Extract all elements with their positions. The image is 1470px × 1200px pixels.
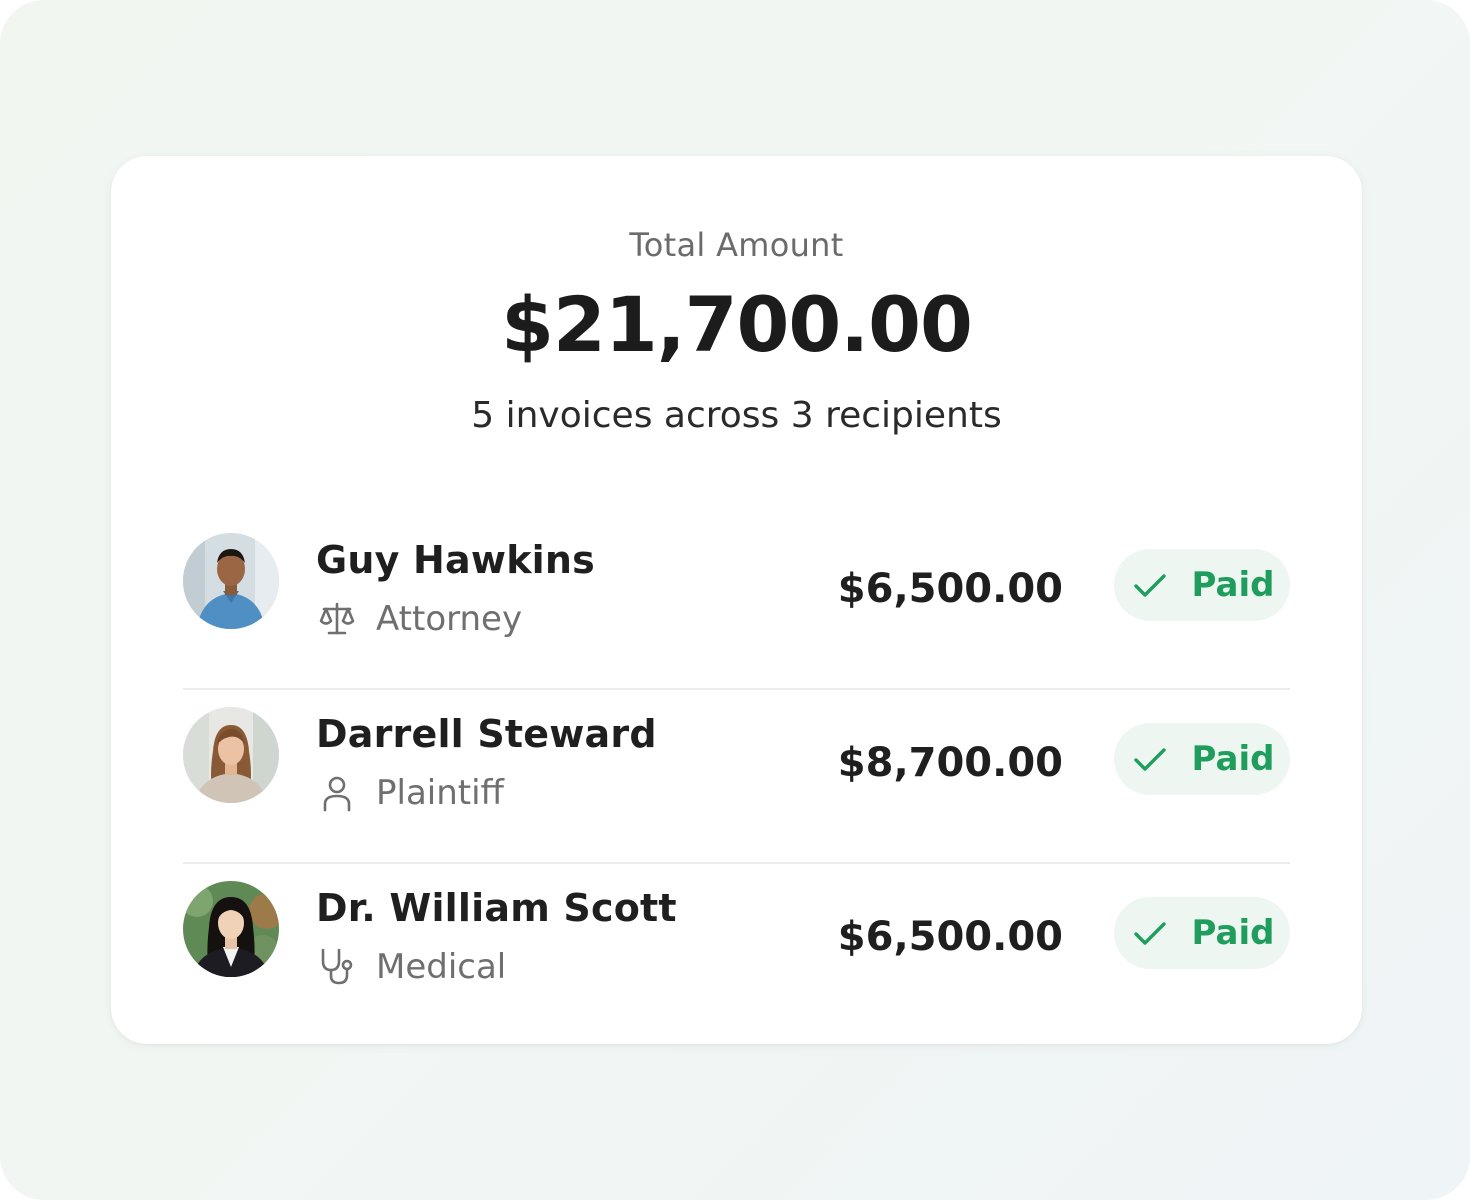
recipient-name: Guy Hawkins [316, 538, 595, 582]
check-icon [1130, 565, 1170, 605]
recipient-list: Guy Hawkins Attorney $6,500.00 Paid Darr… [183, 516, 1290, 1038]
invoice-count-summary: 5 invoices across 3 recipients [471, 395, 1002, 436]
total-amount-label: Total Amount [629, 226, 844, 264]
status-label: Paid [1191, 739, 1275, 779]
stethoscope-icon [316, 947, 358, 987]
check-icon [1130, 913, 1170, 953]
recipient-name: Darrell Steward [316, 712, 657, 756]
role-label: Plaintiff [376, 773, 504, 813]
recipient-role: Attorney [316, 599, 522, 639]
invoice-amount: $8,700.00 [837, 740, 1063, 786]
person-icon [316, 773, 358, 813]
recipient-row[interactable]: Darrell Steward Plaintiff $8,700.00 Paid [183, 690, 1290, 864]
status-label: Paid [1191, 913, 1275, 953]
invoice-amount: $6,500.00 [837, 914, 1063, 960]
status-badge: Paid [1114, 723, 1290, 795]
recipient-role: Plaintiff [316, 773, 504, 813]
scale-icon [316, 599, 358, 639]
avatar [183, 533, 279, 629]
role-label: Attorney [376, 599, 523, 639]
status-badge: Paid [1114, 549, 1290, 621]
recipient-name: Dr. William Scott [316, 886, 677, 930]
invoice-summary-card: Total Amount $21,700.00 5 invoices acros… [111, 156, 1362, 1044]
recipient-row[interactable]: Guy Hawkins Attorney $6,500.00 Paid [183, 516, 1290, 690]
status-badge: Paid [1114, 897, 1290, 969]
invoice-amount: $6,500.00 [837, 566, 1063, 612]
total-amount-value: $21,700.00 [501, 280, 973, 369]
background: Total Amount $21,700.00 5 invoices acros… [0, 0, 1470, 1200]
recipient-role: Medical [316, 947, 506, 987]
role-label: Medical [376, 947, 507, 987]
recipient-row[interactable]: Dr. William Scott Medical $6,500.00 Paid [183, 864, 1290, 1038]
avatar [183, 707, 279, 803]
check-icon [1130, 739, 1170, 779]
status-label: Paid [1191, 565, 1275, 605]
avatar [183, 881, 279, 977]
